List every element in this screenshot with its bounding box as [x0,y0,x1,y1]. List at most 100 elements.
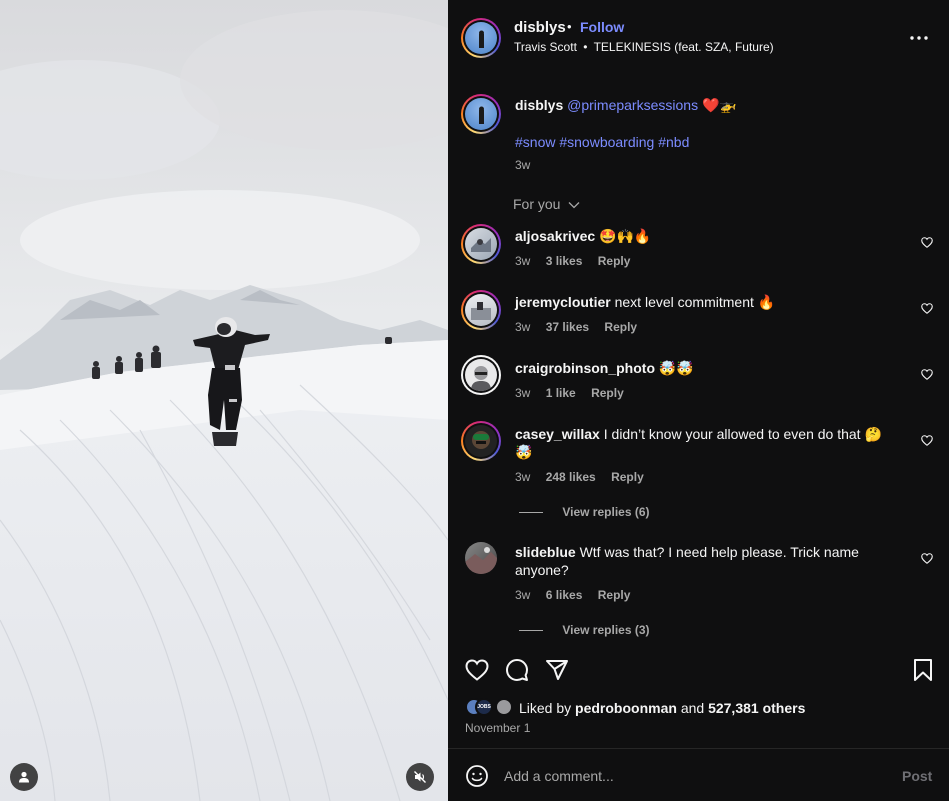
commenter-avatar[interactable] [465,542,497,574]
view-replies-label: View replies (3) [562,623,650,637]
comment-likes[interactable]: 248 likes [546,470,596,484]
post-comment-button[interactable]: Post [902,768,932,784]
follow-button[interactable]: Follow [580,19,624,35]
emoji-picker-button[interactable] [465,764,489,788]
comment-like-button[interactable] [920,301,934,315]
comment-time: 3w [515,386,531,400]
comment-meta: 3w 3 likes Reply [515,254,630,268]
comment-sort-dropdown[interactable]: For you [513,196,580,212]
sort-label: For you [513,196,561,212]
comment-body: casey_willax I didn’t know your allowed … [515,426,882,443]
liker-avatars[interactable]: JOBS [465,697,521,717]
heart-icon [921,434,933,446]
comment-time: 3w [515,470,531,484]
comment-username[interactable]: jeremycloutier [515,294,611,310]
heart-icon [921,552,933,564]
comment-likes[interactable]: 3 likes [546,254,583,268]
caption-username[interactable]: disblys [515,97,563,113]
comment-text: next level commitment 🔥 [614,294,776,310]
comment-text-continued: anyone? [515,562,569,578]
caption-hashtags[interactable]: #snow #snowboarding #nbd [515,134,689,150]
comment-body: aljosakrivec 🤩🙌🔥 [515,228,651,245]
liked-by-and: and [680,700,705,716]
comment-username[interactable]: aljosakrivec [515,228,595,244]
save-button[interactable] [910,657,936,683]
comment-username[interactable]: craigrobinson_photo [515,360,655,376]
heart-icon [921,368,933,380]
comment-body: craigrobinson_photo 🤯🤯 [515,360,694,377]
liker-avatar: JOBS [475,698,493,716]
post-details-panel: disblys • Follow Travis Scott • TELEKINE… [448,0,949,801]
liked-by-user[interactable]: pedroboonman [575,700,677,716]
separator-dot: • [567,19,572,34]
replies-divider [519,512,543,514]
audio-artist: Travis Scott [514,40,577,54]
chevron-down-icon [568,202,580,209]
comment-meta: 3w 6 likes Reply [515,588,630,602]
caption-emoji: ❤️🚁 [701,97,737,113]
comment-reply-button[interactable]: Reply [591,386,624,400]
liked-by-prefix: Liked by [519,700,572,716]
commenter-avatar[interactable] [461,224,501,264]
author-username[interactable]: disblys [514,19,566,36]
comment-time: 3w [515,588,531,602]
view-replies-button[interactable]: View replies (3) [519,623,650,637]
speaker-muted-icon [414,771,426,783]
comment-likes[interactable]: 6 likes [546,588,583,602]
comment-like-button[interactable] [920,367,934,381]
author-avatar[interactable] [461,18,501,58]
heart-icon [921,236,933,248]
comment-username[interactable]: slideblue [515,544,576,560]
comment-likes[interactable]: 37 likes [546,320,589,334]
comment-icon [506,659,528,681]
comment-meta: 3w 1 like Reply [515,386,624,400]
comment-text-continued: 🤯 [515,444,533,460]
comment-likes[interactable]: 1 like [546,386,576,400]
comment-text: 🤯🤯 [658,360,694,376]
view-replies-label: View replies (6) [562,505,650,519]
audio-title: TELEKINESIS (feat. SZA, Future) [593,40,774,54]
comment-reply-button[interactable]: Reply [611,470,644,484]
bookmark-icon [914,659,932,681]
comment-time: 3w [515,254,531,268]
post-media[interactable] [0,0,448,801]
post-date: November 1 [465,721,531,735]
mute-toggle-button[interactable] [406,763,434,791]
audio-track-link[interactable]: Travis Scott • TELEKINESIS (feat. SZA, F… [514,40,774,54]
comment-reply-button[interactable]: Reply [604,320,637,334]
comment-text: 🤩🙌🔥 [599,228,652,244]
comment-reply-button[interactable]: Reply [598,588,631,602]
comment-input[interactable] [504,766,874,786]
commenter-avatar[interactable] [461,355,501,395]
view-replies-button[interactable]: View replies (6) [519,505,650,519]
smiley-icon [466,765,488,787]
caption-time: 3w [515,158,531,172]
comment-meta: 3w 37 likes Reply [515,320,637,334]
like-button[interactable] [464,657,490,683]
composer-divider [448,748,949,749]
comment-reply-button[interactable]: Reply [598,254,631,268]
comment-button[interactable] [504,657,530,683]
tagged-users-button[interactable] [10,763,38,791]
send-icon [546,660,568,680]
comment-text: Wtf was that? I need help please. Trick … [579,544,859,560]
comment-like-button[interactable] [920,235,934,249]
comment-username[interactable]: casey_willax [515,426,600,442]
commenter-avatar[interactable] [461,290,501,330]
heart-icon [465,659,489,681]
commenter-avatar[interactable] [461,421,501,461]
audio-separator: • [583,40,588,54]
comment-like-button[interactable] [920,433,934,447]
liked-by-others[interactable]: 527,381 others [708,700,805,716]
more-horizontal-icon [910,36,928,40]
comment-meta: 3w 248 likes Reply [515,470,644,484]
comment-like-button[interactable] [920,551,934,565]
snowboard-video-frame [0,0,448,801]
liker-avatar [495,698,513,716]
caption-avatar[interactable] [461,94,501,134]
more-options-button[interactable] [904,28,934,48]
likes-summary[interactable]: Liked by pedroboonman and 527,381 others [519,700,805,716]
share-button[interactable] [544,657,570,683]
caption-mention[interactable]: @primeparksessions [567,97,698,113]
comment-body: jeremycloutier next level commitment 🔥 [515,294,775,311]
